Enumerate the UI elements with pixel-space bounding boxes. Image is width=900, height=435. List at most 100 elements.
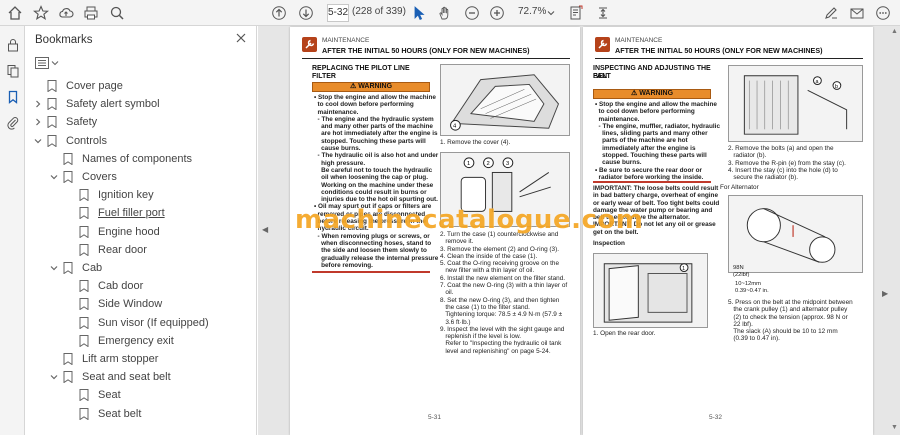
force-note: 98N (22lbf) [733,265,773,280]
close-icon[interactable] [235,32,247,44]
chevron-down-icon[interactable] [49,372,59,382]
scroll-down-arrow-icon[interactable]: ▼ [891,424,898,431]
bookmark-item-safety-alert-symbol[interactable]: Safety alert symbol [33,95,160,113]
zoom-in-icon[interactable] [488,4,506,22]
text-line: Be careful not to touch the hydraulic [314,166,433,174]
text-line: - The engine and the hydraulic system [314,115,434,123]
text-line: 4. Clean the inside of the case (1). [440,252,538,260]
bookmark-item-emergency-exit[interactable]: Emergency exit [65,332,174,350]
bookmark-label: Ignition key [98,189,154,202]
scroll-up-arrow-icon[interactable]: ▲ [891,28,898,35]
bookmark-item-seat-belt[interactable]: Seat belt [65,405,141,423]
bookmark-icon [79,189,90,202]
bookmark-item-names-of-components[interactable]: Names of components [49,150,192,168]
header-title: AFTER THE INITIAL 50 HOURS (ONLY FOR NEW… [322,46,530,55]
page-number: 5-32 [709,414,723,421]
chevron-right-icon[interactable] [33,117,43,127]
attachment-icon[interactable] [4,114,21,131]
watermark-text: machinecatalogue.com [295,205,644,235]
text-line: 22 lbf). [728,320,753,328]
home-icon[interactable] [6,4,24,22]
bookmark-item-covers[interactable]: Covers [49,168,117,186]
bookmark-label: Covers [82,171,117,183]
header-title: AFTER THE INITIAL 50 HOURS (ONLY FOR NEW… [615,46,823,55]
bookmark-options-button[interactable] [35,56,63,70]
warning-triangle-icon: ⚠ [349,83,359,90]
bookmark-item-lift-arm-stopper[interactable]: Lift arm stopper [49,350,158,368]
text-line: • Be sure to secure the rear door or [595,166,703,174]
zoom-out-icon[interactable] [463,4,481,22]
text-line: in bad battery charge, overheat of engin… [593,192,719,200]
bookmark-icon [47,80,58,93]
text-line: 2. Remove the bolts (a) and open the [728,145,834,152]
zoom-search-icon[interactable] [108,4,126,22]
scroll-mode-icon[interactable] [594,4,612,22]
more-menu-icon[interactable] [874,4,892,22]
figure-cover: 4 [440,64,570,136]
text-line: Refer to "Inspecting the hydraulic oil t… [440,340,562,348]
bookmark-label: Cab [82,262,103,274]
bookmark-item-cab-door[interactable]: Cab door [65,277,143,295]
text-line: the side and loosen them slowly to [314,247,427,255]
bookmark-icon [79,225,90,239]
select-cursor-icon[interactable] [410,4,428,22]
svg-text:a: a [815,79,818,85]
bookmark-item-rear-door[interactable]: Rear door [65,241,147,259]
previous-page-icon[interactable] [270,4,288,22]
scroll-left-arrow-icon[interactable]: ◀ [262,225,268,234]
next-page-icon[interactable] [297,4,315,22]
bookmark-item-seat[interactable]: Seat [65,386,121,404]
zoom-dropdown-chevron-icon[interactable] [547,8,555,16]
left-rail [0,26,25,435]
bookmark-item-cover-page[interactable]: Cover page [33,77,123,95]
chevron-right-icon[interactable] [33,99,43,109]
text-line: when disconnecting hoses, stand to [314,239,432,247]
bookmark-icon [79,243,90,257]
svg-text:2: 2 [487,161,490,167]
zoom-level[interactable]: 72.7% [518,6,546,17]
bookmark-item-engine-hood[interactable]: Engine hood [65,223,160,241]
figure-belt [728,195,863,273]
page-fit-icon[interactable] [567,4,585,22]
page-thumbnails-icon[interactable] [4,62,21,79]
slack-note: 10~12mm 0.39~0.47 in. [735,281,795,296]
text-line: 5. Coat the O-ring receiving groove on t… [440,260,560,268]
text-line: radiator (b). [728,152,767,160]
bookmark-icon [63,262,74,275]
page-header: MAINTENANCE AFTER THE INITIAL 50 HOURS (… [302,35,570,59]
text-line: replenish if the level is low. [440,333,521,341]
bookmark-item-ignition-key[interactable]: Ignition key [65,186,154,204]
chevron-down-icon[interactable] [49,172,59,182]
bookmark-label: Engine hood [98,225,160,238]
bookmark-item-controls[interactable]: Controls [33,132,107,150]
force-value-imperial: (22lbf) [733,272,750,279]
text-line: The slack (A) should be 10 to 12 mm [728,328,838,336]
bookmark-item-safety[interactable]: Safety [33,113,97,131]
figure-radiator: ab [728,65,863,142]
belt-tension-steps: 5. Press on the belt at the midpoint bet… [728,299,868,343]
cloud-upload-icon[interactable] [57,4,75,22]
bookmark-item-fuel-filler-port[interactable]: Fuel filler port [65,204,165,222]
bookmark-item-cab[interactable]: Cab [49,259,102,277]
text-line: high pressure. [314,159,366,167]
hand-tool-icon[interactable] [436,4,454,22]
chevron-down-icon[interactable] [33,136,43,146]
chevron-down-icon[interactable] [49,263,59,273]
bookmark-icon[interactable] [4,88,21,105]
print-icon[interactable] [82,4,100,22]
text-line: level and replenishing" on page 5-24. [440,347,551,355]
mail-icon[interactable] [848,4,866,22]
bookmark-item-side-window[interactable]: Side Window [65,295,162,313]
scroll-right-arrow-icon[interactable]: ▶ [882,289,888,298]
bookmark-item-seat-and-seat-belt[interactable]: Seat and seat belt [49,368,171,386]
star-icon[interactable] [32,4,50,22]
text-line: new filter with a thin layer of oil. [440,267,535,275]
vertical-scrollbar[interactable]: ▲ ▼ [889,26,900,435]
text-line: secure the radiator (b). [728,174,798,182]
bookmark-item-sun-visor-if-equipped[interactable]: Sun visor (If equipped) [65,314,209,332]
edit-pen-icon[interactable] [822,4,840,22]
text-line: 3. Remove the R-pin (e) from the stay (c… [728,159,846,167]
page-number-input[interactable]: 5-32 [327,4,349,22]
lock-icon[interactable] [4,36,21,53]
warning-label: WARNING [358,83,393,90]
